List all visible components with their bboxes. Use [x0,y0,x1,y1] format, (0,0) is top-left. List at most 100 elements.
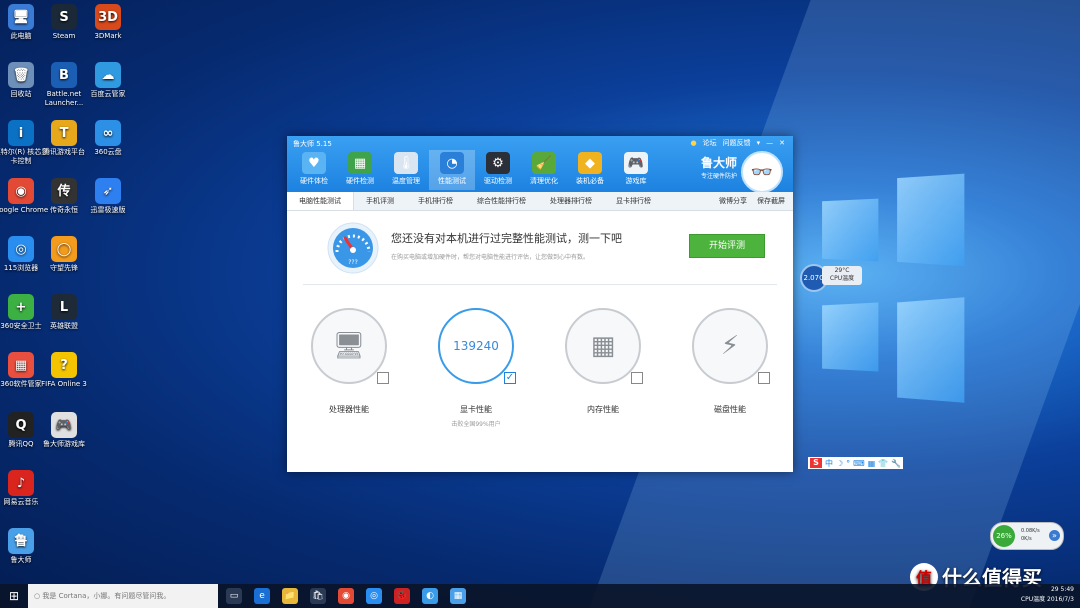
card-icon: ▦ [590,331,616,361]
windows-logo-pane [822,302,879,372]
brand-slogan: 专注硬件防护 [700,173,737,180]
desktop-icon-label: 鲁大师游戏库 [43,440,85,448]
coin-icon: ● [690,139,697,147]
tool-label: 清理优化 [530,177,558,185]
title-bar[interactable]: 鲁大师 5.15 ● 论坛 问题反馈 ▾ — ✕ ♥ 硬件体检 ▦ 硬件检测 🌡 温度管理… [287,136,793,193]
desktop-icon[interactable]: ➶ 迅雷极速版 [80,178,136,215]
card-circle[interactable]: ⚡ [692,308,770,384]
card-label: 内存性能 [587,405,619,414]
ime-item[interactable]: ⌨ [853,459,865,468]
app-icon: 🖥 [8,4,34,30]
system-tray[interactable]: 29 5:49 CPU温度 2016/7/3 [1021,585,1074,605]
cpu-temp-gadget[interactable]: 2.07G 29°C CPU温度 [800,264,862,292]
toolbar: ♥ 硬件体检 ▦ 硬件检测 🌡 温度管理 ◔ 性能测试 ⚙ 驱动检测 🧹 清理优化 ◆ 装机必备 🎮 游戏库 [291,150,659,190]
desktop-icon-label: 360云盘 [94,148,122,156]
tool-4[interactable]: ⚙ 驱动检测 [475,150,521,190]
tool-5[interactable]: 🧹 清理优化 [521,150,567,190]
accelerate-icon[interactable]: » [1049,530,1060,541]
desktop-icon[interactable]: ♪ 网易云音乐 [0,470,49,507]
desktop-icon[interactable]: ∞ 360云盘 [80,120,136,157]
subtab-2[interactable]: 手机排行榜 [406,192,465,210]
desktop-icon[interactable]: 🎮 鲁大师游戏库 [36,412,92,449]
desktop-icon[interactable]: ? FIFA Online 3 [36,352,92,389]
start-button[interactable]: ⊞ [0,584,28,608]
tray-time: 5:49 [1060,586,1074,593]
performance-card[interactable]: 139240 ✓ 显卡性能 击败全国99%用户 [431,308,521,428]
tool-6[interactable]: ◆ 装机必备 [567,150,613,190]
card-checkbox[interactable]: ✓ [504,372,516,384]
subtab-0[interactable]: 电脑性能测试 [287,192,354,210]
taskbar-app-icon[interactable]: 🛍 [310,588,326,604]
tool-7[interactable]: 🎮 游戏库 [613,150,659,190]
ime-toolbar[interactable]: S 中 ☽ ° ⌨ ▦ 👕 🔧 [808,457,904,469]
minimize-button[interactable]: — [766,139,773,147]
close-button[interactable]: ✕ [779,139,785,147]
card-circle[interactable]: ▦ [565,308,643,384]
feedback-link[interactable]: 问题反馈 [723,138,751,148]
app-icon: ◯ [51,236,77,262]
ludashi-window: 鲁大师 5.15 ● 论坛 问题反馈 ▾ — ✕ ♥ 硬件体检 ▦ 硬件检测 🌡 温度管理… [287,136,793,472]
subtab-1[interactable]: 手机评测 [354,192,406,210]
tool-icon: ◔ [440,152,464,174]
tray-label: CPU温度 [1020,596,1046,603]
taskbar-app-icon[interactable]: ◎ [366,588,382,604]
desktop-icon-label: 迅雷极速版 [90,206,126,214]
subtab-bar: 电脑性能测试 手机评测 手机排行榜 综合性能排行榜 处理器排行榜 显卡排行榜 微博分享 保… [287,192,793,211]
subtab-4[interactable]: 处理器排行榜 [538,192,604,210]
tool-1[interactable]: ▦ 硬件检测 [337,150,383,190]
performance-card[interactable]: ▦ 内存性能 [558,308,648,415]
card-circle[interactable]: 🖥 [311,308,389,384]
desktop-icon[interactable]: ☁ 百度云管家 [80,62,136,99]
desktop-icon[interactable]: ◯ 守望先锋 [36,236,92,273]
desktop-icon-label: 英雄联盟 [50,322,78,330]
tool-label: 驱动检测 [484,177,512,185]
app-icon: i [8,120,34,146]
subtab-3[interactable]: 综合性能排行榜 [465,192,538,210]
ime-item[interactable]: 中 [825,458,833,469]
card-checkbox[interactable] [631,372,643,384]
tool-2[interactable]: 🌡 温度管理 [383,150,429,190]
app-icon: L [51,294,77,320]
menu-button[interactable]: ▾ [757,139,761,147]
ime-item[interactable]: ☽ [836,459,843,468]
taskbar-app-icon[interactable]: ▭ [226,588,242,604]
taskbar-app-icon[interactable]: 🐞 [394,588,410,604]
card-checkbox[interactable] [377,372,389,384]
ime-item[interactable]: 👕 [878,459,888,468]
tool-icon: 🎮 [624,152,648,174]
taskbar-app-icon[interactable]: ▦ [450,588,466,604]
save-screenshot-button[interactable]: 保存截屏 [757,192,785,210]
cortana-search[interactable]: ○ 我是 Cortana，小娜。有问题尽管问我。 [28,584,218,608]
performance-card[interactable]: 🖥 处理器性能 [304,308,394,415]
mascot-icon[interactable]: 👓 [741,151,783,193]
start-test-button[interactable]: 开始评测 [689,234,765,258]
tool-3[interactable]: ◔ 性能测试 [429,150,475,190]
ime-item[interactable]: S [810,458,822,468]
performance-card[interactable]: ⚡ 磁盘性能 [685,308,775,415]
taskbar-app-icon[interactable]: ◉ [338,588,354,604]
network-widget[interactable]: 26% 0.08K/s 0K/s » [990,522,1064,550]
taskbar-app-icon[interactable]: 📁 [282,588,298,604]
tool-label: 游戏库 [625,177,647,185]
desktop-icon[interactable]: L 英雄联盟 [36,294,92,331]
app-icon: 传 [51,178,77,204]
tool-0[interactable]: ♥ 硬件体检 [291,150,337,190]
desktop-icon[interactable]: 3D 3DMark [80,4,136,41]
card-circle[interactable]: 139240 ✓ [438,308,516,384]
card-checkbox[interactable] [758,372,770,384]
net-speed: 0.08K/s 0K/s [1021,527,1040,543]
taskbar-app-icon[interactable]: ◐ [422,588,438,604]
cpu-temp-label: 29°C CPU温度 [822,266,862,285]
windows-logo-pane [822,198,879,262]
desktop-icon[interactable]: 鲁鲁大师 [0,528,49,565]
forum-link[interactable]: 论坛 [703,138,717,148]
card-icon: 🖥 [332,331,366,361]
subtab-5[interactable]: 显卡排行榜 [604,192,663,210]
weibo-share-button[interactable]: 微博分享 [719,192,747,210]
ime-item[interactable]: 🔧 [891,459,901,468]
tool-icon: ♥ [302,152,326,174]
taskbar-app-icon[interactable]: e [254,588,270,604]
ime-item[interactable]: ° [846,459,850,468]
gpu-score: 139240 [453,339,499,353]
ime-item[interactable]: ▦ [868,459,876,468]
